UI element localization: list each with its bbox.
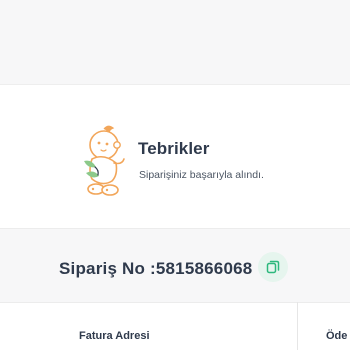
copy-icon <box>266 260 280 274</box>
success-title: Tebrikler <box>138 139 210 158</box>
success-message: Siparişiniz başarıyla alındı. <box>139 169 264 181</box>
payment-heading: Öde <box>326 330 348 342</box>
baby-icon <box>68 121 140 213</box>
copy-order-number-button[interactable] <box>258 252 288 282</box>
billing-address-heading: Fatura Adresi <box>79 330 150 342</box>
order-number: Sipariş No :5815866068 <box>59 259 253 278</box>
success-card: Tebrikler Siparişiniz başarıyla alındı. <box>0 84 350 229</box>
column-divider <box>297 302 298 350</box>
top-spacer <box>0 0 350 84</box>
